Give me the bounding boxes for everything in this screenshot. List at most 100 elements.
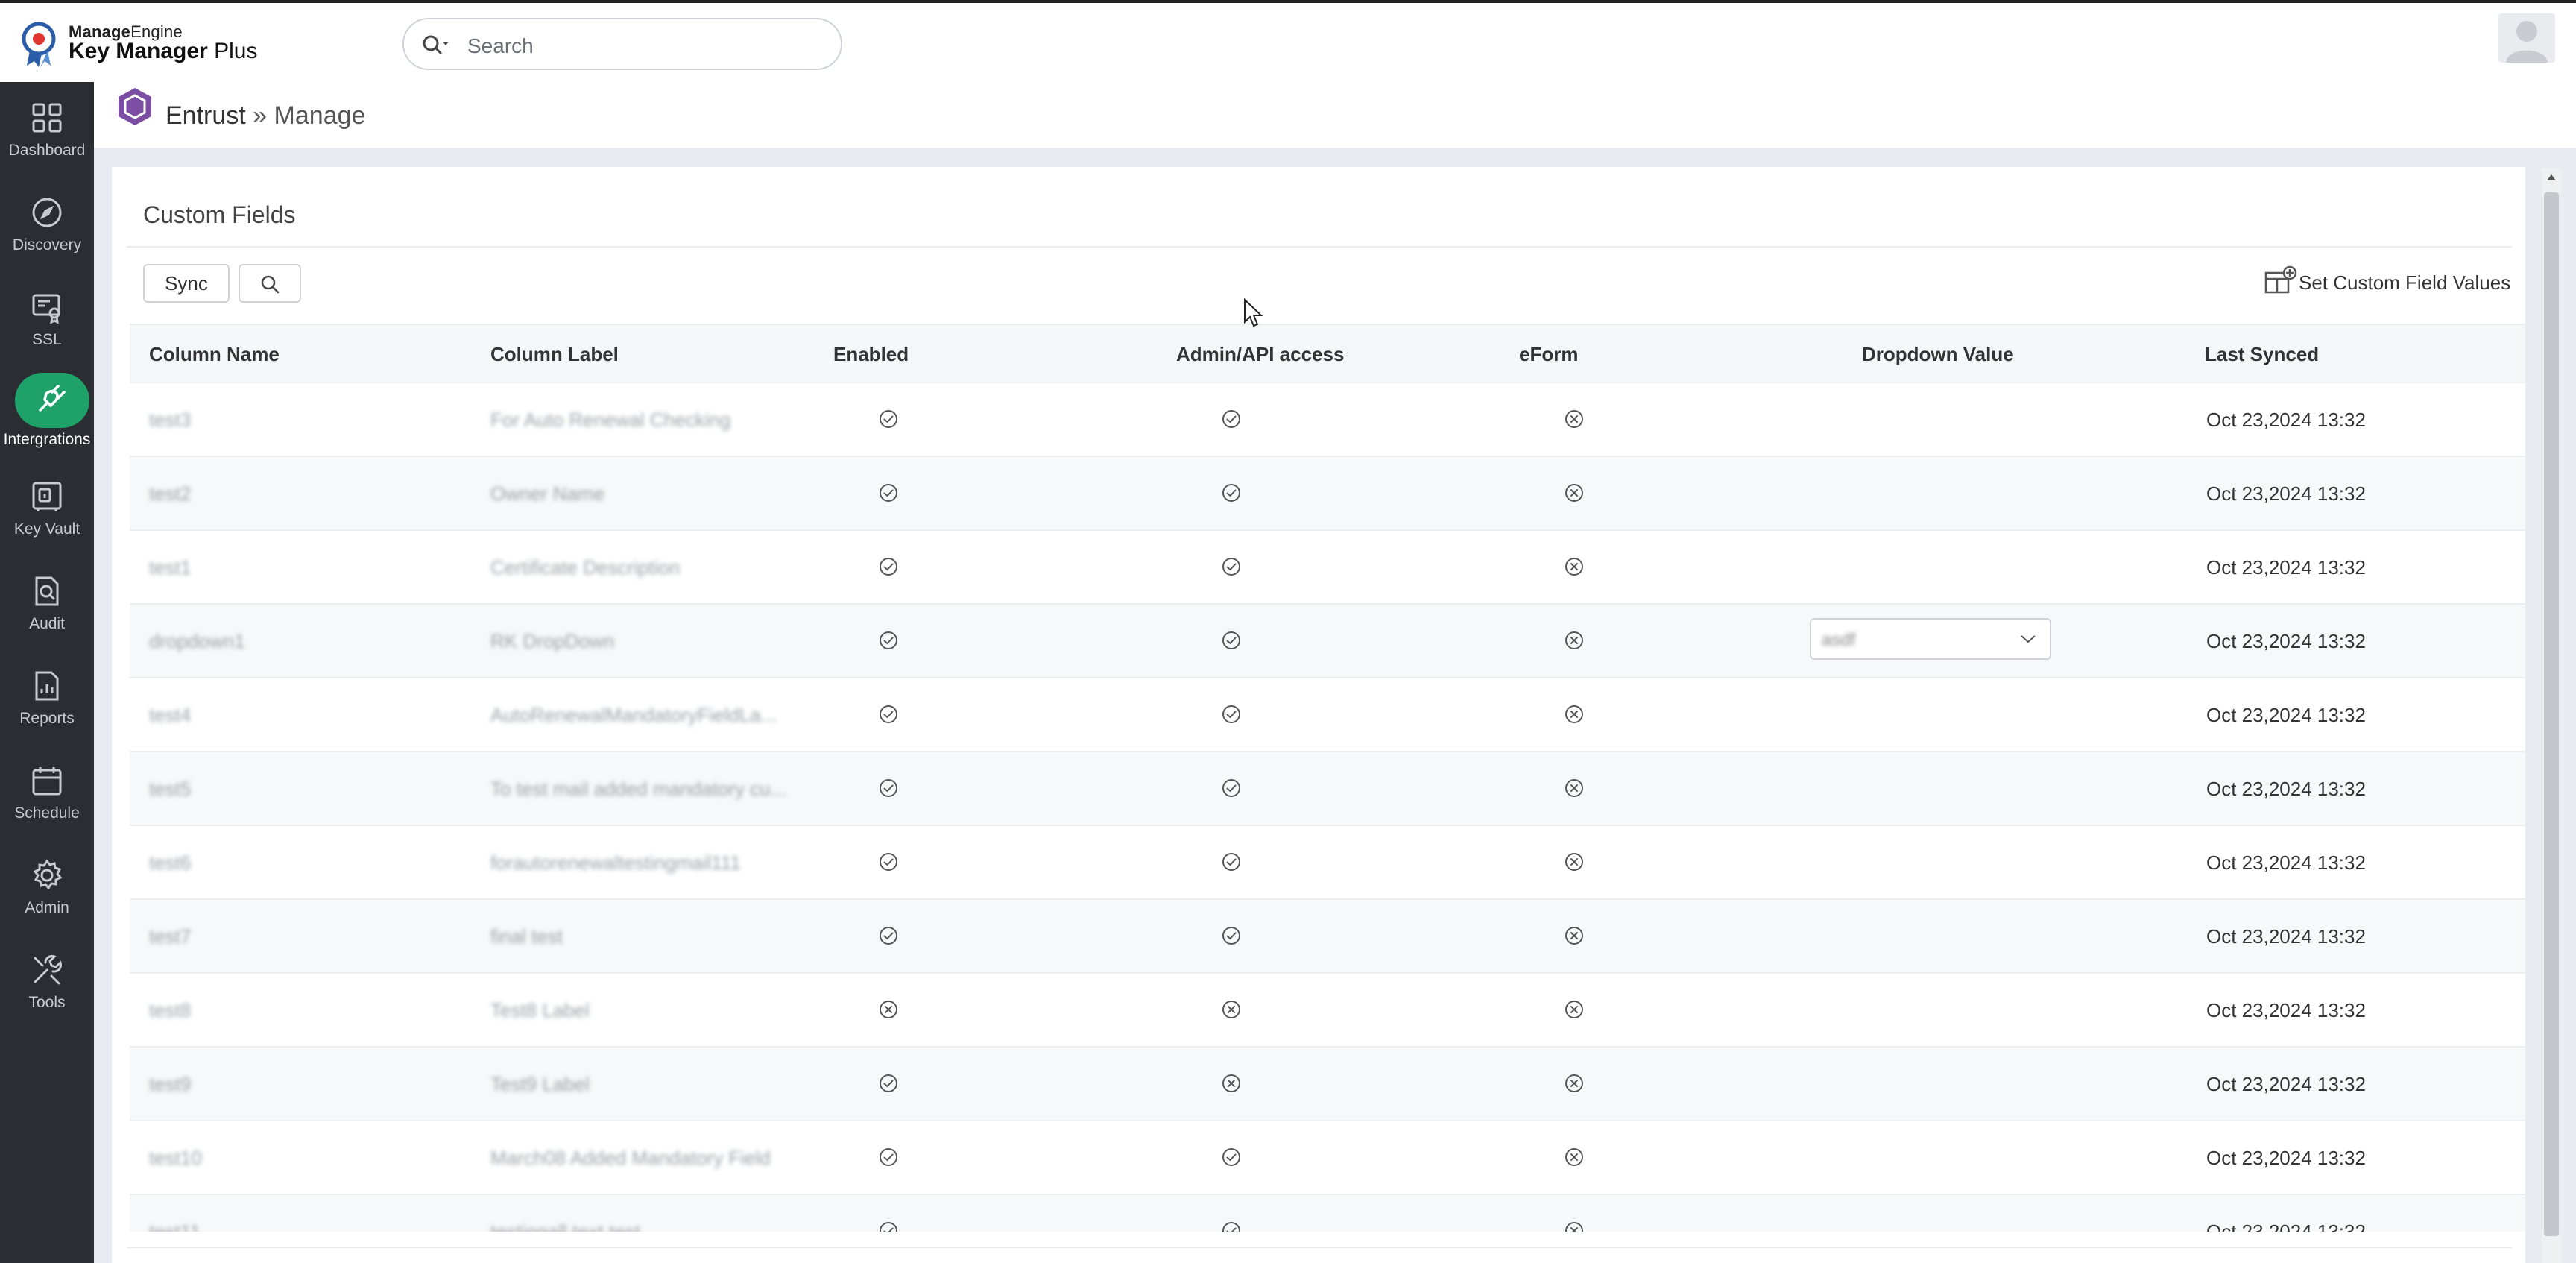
search-input[interactable]: Search [402,18,842,70]
table-row[interactable]: test7 final test Oct 23,2024 13:32 [130,900,2525,974]
table-row[interactable]: test9 Test9 Label Oct 23,2024 13:32 [130,1048,2525,1121]
check-circle-icon [1222,779,1240,797]
sidebar-item-reports[interactable]: Reports [0,661,94,743]
sidebar-item-dashboard[interactable]: Dashboard [0,92,94,174]
table-row[interactable]: test5 To test mail added mandatory cu... O… [130,752,2525,826]
check-circle-icon [1222,1148,1240,1166]
cell-last-synced: Oct 23,2024 13:32 [2206,1147,2366,1169]
set-custom-field-values-label: Set Custom Field Values [2299,271,2511,294]
cell-column-name: test2 [149,482,192,505]
audit-magnifier-icon [35,576,59,606]
cell-column-label: March08 Added Mandatory Field [490,1147,771,1169]
table-add-icon [2264,265,2297,294]
check-circle-icon [880,927,897,945]
cross-circle-icon [1565,853,1583,871]
table-row[interactable]: dropdown1 RK DropDown asdf Oct 23,2024 13:3… [130,605,2525,678]
sync-button[interactable]: Sync [143,264,230,303]
column-header-name[interactable]: Column Name [149,343,280,366]
sidebar-item-ssl[interactable]: SSL [0,282,94,364]
cross-circle-icon [1565,779,1583,797]
check-circle-icon [1222,927,1240,945]
sidebar-item-label: Key Vault [13,520,80,538]
sidebar-item-label: Discovery [12,236,82,253]
cross-circle-icon [1565,1148,1583,1166]
check-circle-icon [1222,410,1240,428]
cell-last-synced: Oct 23,2024 13:32 [2206,482,2366,505]
user-avatar[interactable] [2498,13,2555,63]
cross-circle-icon [1222,1074,1240,1092]
sidebar-item-label: Admin [25,899,69,916]
sidebar-item-label: SSL [32,331,62,348]
search-icon [261,275,280,294]
scrollbar-thumb[interactable] [2544,192,2559,1236]
sidebar-item-tools[interactable]: Tools [0,945,94,1027]
table-row[interactable]: test4 AutoRenewalMandatoryFieldLa... Oct 2… [130,678,2525,752]
dropdown-selected-value: asdf [1822,630,1856,650]
divider [127,1247,2512,1248]
sidebar-item-intergrations[interactable]: Intergrations [0,373,94,455]
chevron-down-icon [2021,635,2036,643]
check-circle-icon [1222,705,1240,723]
report-chart-icon [35,671,59,701]
cell-column-name: dropdown1 [149,630,245,652]
cell-column-name: test5 [149,778,192,800]
column-header-enabled[interactable]: Enabled [833,343,909,366]
check-circle-icon [880,1074,897,1092]
check-circle-icon [1222,853,1240,871]
table-row[interactable]: test6 forautorenewaltestingmail111 Oct 23,… [130,826,2525,900]
cell-column-name: test1 [149,556,192,579]
search-dropdown-icon[interactable] [420,33,450,58]
column-header-label[interactable]: Column Label [490,343,619,366]
sidebar-item-schedule[interactable]: Schedule [0,755,94,837]
cross-circle-icon [1222,1001,1240,1018]
app-logo[interactable]: ManageEngine Key Manager Plus [19,19,258,67]
cell-column-name: test10 [149,1147,202,1169]
dropdown-value-select[interactable]: asdf [1810,618,2051,660]
cross-circle-icon [880,1001,897,1018]
cross-circle-icon [1565,1222,1583,1232]
scroll-up-arrow-icon[interactable] [2545,171,2558,183]
breadcrumb-separator: » [253,101,268,130]
sidebar-item-key-vault[interactable]: Key Vault [0,471,94,553]
sidebar: Dashboard Discovery SSL Intergrations Ke… [0,82,94,1263]
table-row[interactable]: test11 testingall text test Oct 23,2024 13… [130,1195,2525,1232]
set-custom-field-values-button[interactable]: Set Custom Field Values [2264,262,2510,300]
dashboard-grid-icon [32,103,62,133]
divider [127,246,2512,248]
table-row[interactable]: test1 Certificate Description Oct 23,2024 … [130,531,2525,605]
check-circle-icon [1222,1222,1240,1232]
table-row[interactable]: test2 Owner Name Oct 23,2024 13:32 [130,457,2525,531]
vault-icon [32,482,62,511]
table-row[interactable]: test8 Test8 Label Oct 23,2024 13:32 [130,974,2525,1048]
key-manager-logo-icon [22,22,56,67]
table-row[interactable]: test3 For Auto Renewal Checking Oct 23,202… [130,383,2525,457]
column-header-eform[interactable]: eForm [1519,343,1578,366]
cell-last-synced: Oct 23,2024 13:32 [2206,704,2366,726]
column-header-dropdown[interactable]: Dropdown Value [1862,343,2014,366]
check-circle-icon [880,484,897,502]
search-placeholder: Search [467,34,534,57]
cell-column-label: AutoRenewalMandatoryFieldLa... [490,704,777,726]
cross-circle-icon [1565,484,1583,502]
cell-column-label: Owner Name [490,482,605,505]
table-row[interactable]: test10 March08 Added Mandatory Field Oct 2… [130,1121,2525,1195]
cell-last-synced: Oct 23,2024 13:32 [2206,999,2366,1021]
cell-last-synced: Oct 23,2024 13:32 [2206,1221,2366,1232]
sidebar-item-audit[interactable]: Audit [0,566,94,648]
check-circle-icon [880,632,897,649]
page-header: Entrust » Manage [94,82,2576,148]
check-circle-icon [1222,484,1240,502]
check-circle-icon [880,779,897,797]
sidebar-item-label: Reports [19,710,75,727]
column-header-admin-api[interactable]: Admin/API access [1176,343,1344,366]
certificate-icon [32,294,60,324]
cell-column-name: test8 [149,999,192,1021]
column-header-last-synced[interactable]: Last Synced [2205,343,2319,366]
sidebar-item-discovery[interactable]: Discovery [0,187,94,269]
cross-circle-icon [1565,1001,1583,1018]
cell-column-name: test3 [149,409,192,431]
check-circle-icon [1222,632,1240,649]
table-search-button[interactable] [239,264,301,303]
sidebar-item-admin[interactable]: Admin [0,850,94,932]
breadcrumb-integration[interactable]: Entrust [165,101,246,130]
